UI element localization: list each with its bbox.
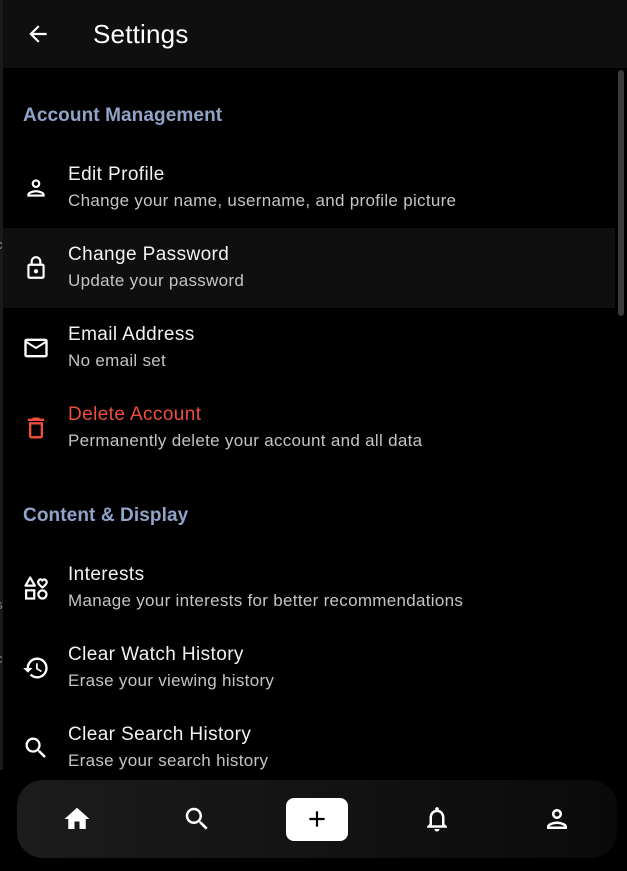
section-header-account-management: Account Management — [23, 105, 223, 126]
nav-add[interactable] — [257, 780, 377, 858]
home-icon — [64, 807, 90, 829]
settings-screen: l i c ( r \ ' i s c ( s Settings Account… — [0, 0, 627, 871]
nav-home[interactable] — [17, 780, 137, 858]
item-title: Change Password — [68, 244, 230, 265]
item-subtitle: Manage your interests for better recomme… — [68, 591, 464, 610]
history-icon — [22, 657, 48, 679]
profile-icon — [547, 809, 567, 829]
item-subtitle: Change your name, username, and profile … — [68, 191, 457, 210]
back-button[interactable] — [3, 0, 73, 68]
scrollbar[interactable] — [615, 68, 627, 780]
item-subtitle: No email set — [68, 351, 167, 370]
bottom-nav — [17, 780, 617, 858]
scrollbar-thumb[interactable] — [618, 70, 624, 316]
item-subtitle: Erase your viewing history — [68, 671, 275, 690]
item-title: Clear Search History — [68, 724, 252, 745]
edit-profile-item[interactable]: Edit Profile Change your name, username,… — [3, 148, 615, 228]
mail-icon — [23, 338, 48, 358]
arrow-back-icon — [29, 25, 47, 43]
item-title: Edit Profile — [68, 164, 165, 185]
interests-item[interactable]: Interests Manage your interests for bett… — [3, 548, 615, 628]
settings-list[interactable]: Account Management Edit Profile Change y… — [3, 68, 615, 780]
nav-search[interactable] — [137, 780, 257, 858]
clear-watch-history-item[interactable]: Clear Watch History Erase your viewing h… — [3, 628, 615, 708]
lock-icon — [26, 256, 45, 279]
item-title: Interests — [68, 564, 145, 585]
interests-icon — [23, 576, 48, 600]
item-subtitle: Update your password — [68, 271, 245, 290]
item-title: Email Address — [68, 324, 195, 345]
item-subtitle: Permanently delete your account and all … — [68, 431, 423, 450]
item-title: Clear Watch History — [68, 644, 244, 665]
trash-icon — [27, 417, 44, 439]
app-bar: Settings — [3, 0, 627, 68]
search-icon — [25, 737, 46, 758]
nav-profile[interactable] — [497, 780, 617, 858]
change-password-item[interactable]: Change Password Update your password — [3, 228, 615, 308]
nav-notifications[interactable] — [377, 780, 497, 858]
email-address-item[interactable]: Email Address No email set — [3, 308, 615, 388]
add-button[interactable] — [286, 797, 348, 841]
person-icon — [26, 179, 45, 197]
bell-icon — [427, 807, 447, 832]
search-icon — [185, 807, 208, 830]
delete-account-item[interactable]: Delete Account Permanently delete your a… — [3, 388, 615, 468]
page-title: Settings — [93, 18, 189, 49]
item-title: Delete Account — [68, 404, 202, 425]
add-icon — [309, 811, 325, 827]
bottom-nav-area — [0, 770, 627, 871]
section-header-content-display: Content & Display — [23, 505, 189, 526]
